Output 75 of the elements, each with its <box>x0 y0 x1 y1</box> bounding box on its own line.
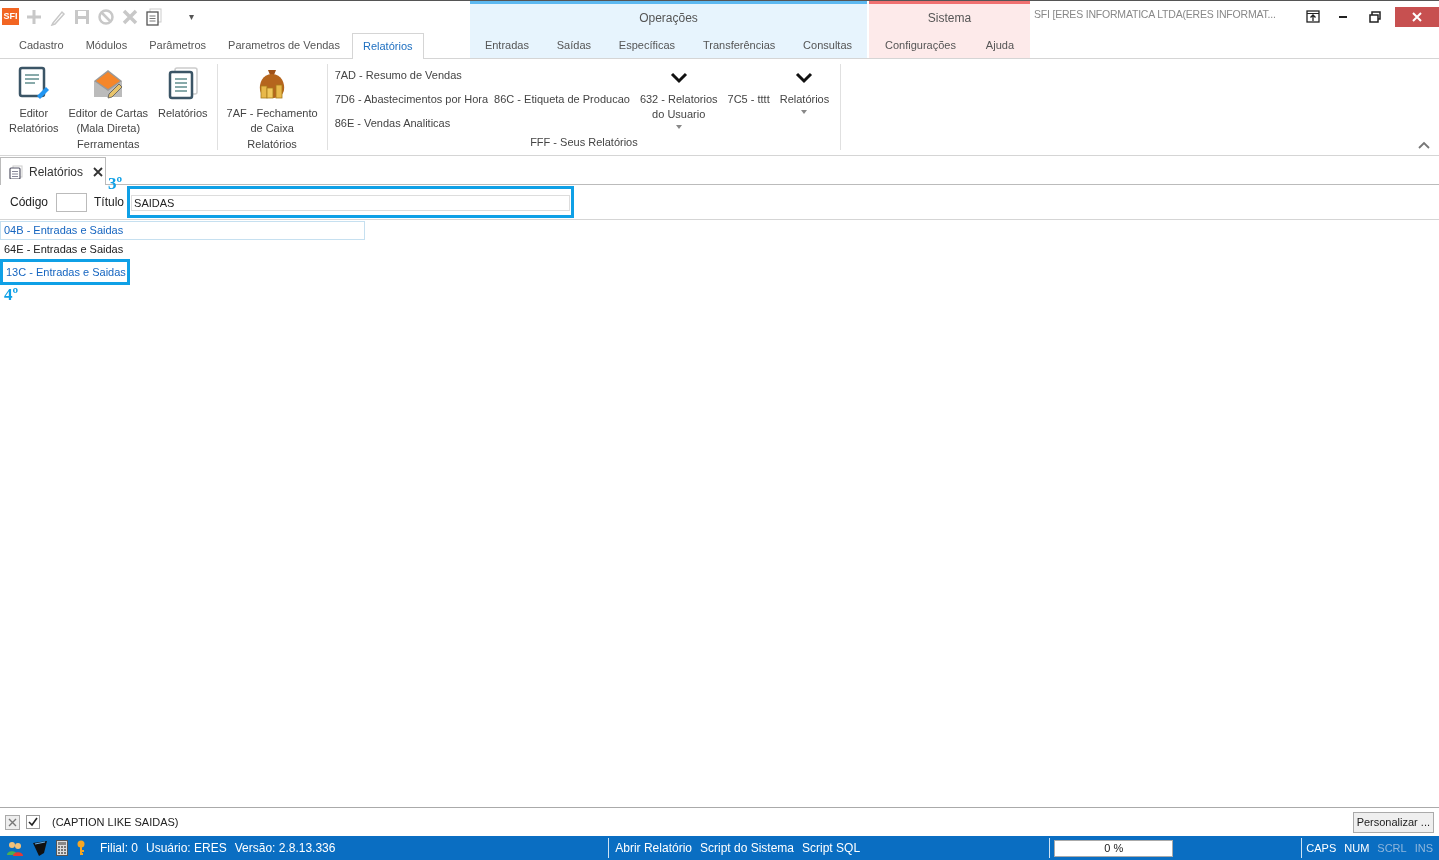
key-indicator: NUM <box>1344 840 1370 856</box>
code-input-field[interactable] <box>56 192 88 212</box>
ribbon-dropdown-button[interactable]: 632 - Relatorios do Usuario <box>633 64 724 134</box>
close-button[interactable] <box>1395 7 1439 27</box>
ribbon-tab[interactable]: Parâmetros <box>139 32 217 58</box>
close-icon <box>8 817 17 827</box>
ribbon-tab[interactable]: Configurações <box>874 32 966 58</box>
field-label: Título <box>94 194 125 211</box>
users-icon <box>6 840 24 856</box>
ribbon-button[interactable]: 7AF - Fechamento de Caixa <box>222 64 322 136</box>
ribbon-tab[interactable]: Ajuda <box>975 32 1024 58</box>
ribbon-group-label: FFF - Seus Relatórios <box>529 135 639 150</box>
ribbon-button[interactable]: Editor de Cartas (Mala Direta) <box>64 64 152 136</box>
filter-expression: (CAPTION LIKE SAIDAS) <box>52 814 180 830</box>
check-icon <box>28 817 38 827</box>
field-label: Código <box>10 194 49 211</box>
ribbon-menu-item[interactable]: 7C5 - tttt <box>727 91 770 107</box>
close-icon <box>1412 12 1422 22</box>
list-item[interactable]: 04B - Entradas e Saidas <box>0 221 365 240</box>
customize-button[interactable]: Personalizar ... <box>1352 811 1434 833</box>
context-group-title: Sistema <box>926 10 973 27</box>
ribbon-tab[interactable]: Consultas <box>793 32 862 58</box>
filter-checkbox[interactable] <box>26 815 40 829</box>
status-text: Versão: 2.8.13.336 <box>234 840 336 857</box>
clear-filter-button[interactable] <box>5 814 20 830</box>
ribbon-menu-item[interactable]: 7AD - Resumo de Vendas <box>334 67 489 83</box>
calculator-icon <box>56 840 68 856</box>
key-indicator: CAPS <box>1306 840 1337 856</box>
document-icon <box>9 164 23 179</box>
list-item[interactable]: 64E - Entradas e Saidas <box>0 240 365 259</box>
ribbon-dropdown-button[interactable]: Relatórios <box>773 64 836 134</box>
ribbon-menu-item[interactable]: 86E - Vendas Analiticas <box>334 115 489 131</box>
ribbon-menu-item[interactable]: 7D6 - Abastecimentos por Hora <box>334 91 489 107</box>
chevron-down-icon <box>669 72 688 84</box>
ribbon-group-label: Ferramentas <box>76 137 141 152</box>
shield-icon <box>32 840 48 856</box>
status-link[interactable]: Abrir Relatório <box>615 839 692 857</box>
document-tab[interactable]: Relatórios <box>0 157 106 185</box>
ribbon-group-label: Relatórios <box>246 137 298 152</box>
ribbon-menu-item[interactable]: 86C - Etiqueta de Producao <box>494 91 630 107</box>
window-title: SFI [ERES INFORMATICA LTDA(ERES INFORMAT... <box>1034 7 1277 22</box>
ribbon-tab[interactable]: Módulos <box>75 32 138 58</box>
ribbon-tab[interactable]: Específicas <box>608 32 686 58</box>
ribbon-button[interactable]: Relatórios <box>154 64 212 136</box>
ribbon-tab[interactable]: Relatórios <box>352 33 424 59</box>
customize-toolbar-button[interactable]: ▾ <box>189 9 194 24</box>
status-link[interactable]: Script SQL <box>802 839 861 857</box>
ribbon-tab[interactable]: Parametros de Vendas <box>218 32 350 58</box>
document-icon[interactable] <box>145 7 163 26</box>
status-text: Filial: 0 <box>100 840 138 857</box>
key-indicator: SCRL <box>1377 840 1407 856</box>
list-item[interactable]: 13C - Entradas e Saidas <box>2 262 130 282</box>
step-annotation: 4º <box>4 285 19 305</box>
ribbon-button[interactable]: Editor Relatórios <box>5 64 63 136</box>
report-editor-icon <box>16 66 51 100</box>
ribbon-tab[interactable]: Transferências <box>692 32 786 58</box>
key-icon <box>76 840 86 856</box>
pin-icon <box>1306 10 1320 24</box>
key-indicator: INS <box>1414 840 1433 856</box>
minimize-icon <box>1339 16 1347 18</box>
ribbon-tab[interactable]: Saídas <box>546 32 601 58</box>
collapse-ribbon-icon[interactable] <box>1418 141 1430 149</box>
status-text: Usuário: ERES <box>146 840 227 857</box>
progress-reading: 0 % <box>1103 840 1125 856</box>
close-icon[interactable] <box>93 166 104 177</box>
title-input-field[interactable]: SAIDAS <box>131 195 571 212</box>
chevron-down-icon <box>795 72 814 84</box>
context-group-title: Operações <box>638 10 699 27</box>
ribbon-tab[interactable]: Entradas <box>474 32 539 58</box>
status-link[interactable]: Script do Sistema <box>700 839 795 857</box>
restore-icon <box>1369 11 1381 23</box>
step-annotation: 3º <box>108 175 123 193</box>
ribbon-tab[interactable]: Cadastro <box>9 32 74 58</box>
caret-down-icon <box>801 110 808 114</box>
caret-down-icon <box>675 125 682 129</box>
